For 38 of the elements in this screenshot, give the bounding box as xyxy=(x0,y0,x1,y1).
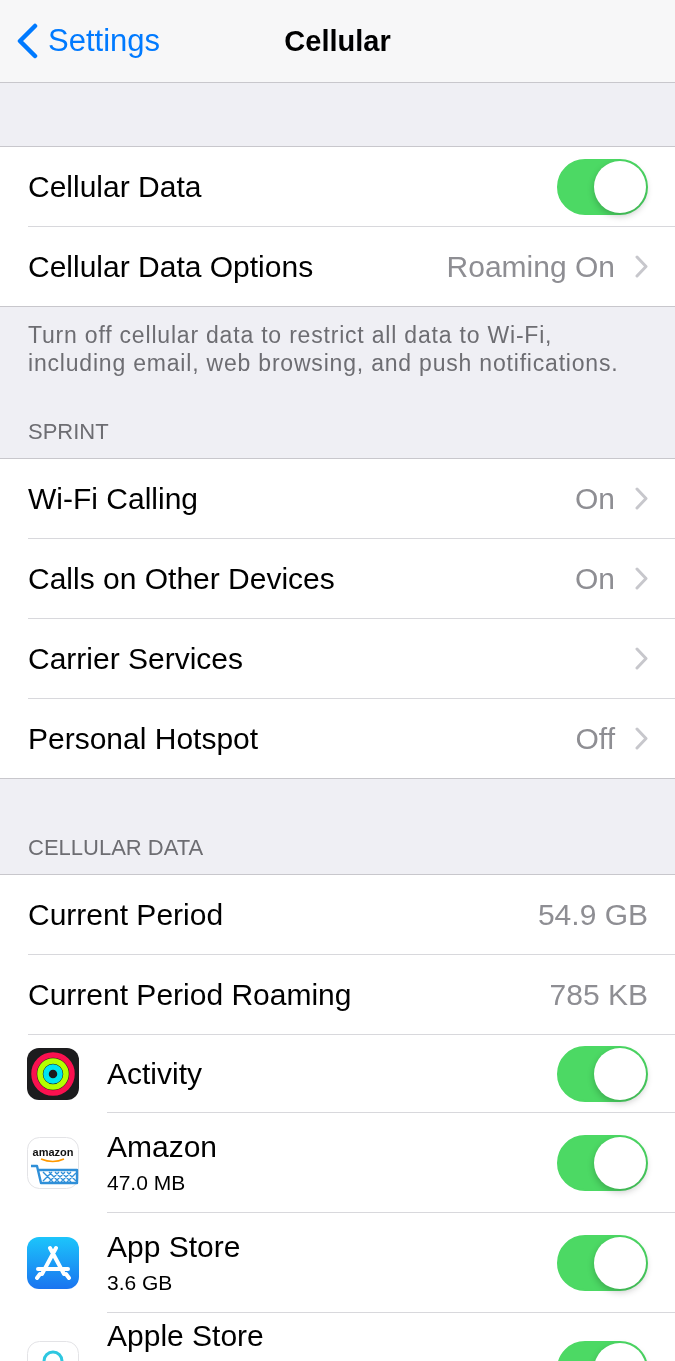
cart-logo-icon: amazon xyxy=(27,1137,79,1189)
chevron-icon xyxy=(635,567,648,590)
app-name: Apple Store xyxy=(107,1319,264,1353)
row-label[interactable]: Cellular Data Options xyxy=(28,248,314,285)
row-value: On xyxy=(574,480,615,517)
row-value: On xyxy=(574,560,615,597)
app-name: Amazon xyxy=(107,1129,218,1164)
toggle-switch[interactable] xyxy=(557,1234,648,1291)
toggle-switch[interactable] xyxy=(557,1045,648,1102)
back-button[interactable]: Settings xyxy=(0,23,160,59)
letter-a-icon xyxy=(27,1237,79,1289)
chevron-icon xyxy=(635,255,648,278)
toggle-switch[interactable] xyxy=(557,1134,648,1191)
data-usage: 47.0 MB xyxy=(107,1169,186,1196)
row-label: Current Period Roaming xyxy=(28,976,352,1013)
chevron-icon xyxy=(635,647,648,670)
row-value: Roaming On xyxy=(446,248,615,285)
row-label[interactable]: Wi-Fi Calling xyxy=(28,480,198,517)
rings-icon xyxy=(27,1048,79,1100)
row-value: Off xyxy=(575,720,615,757)
chevron-icon xyxy=(635,487,648,510)
row-value: 785 KB xyxy=(549,976,648,1013)
row-label: Current Period xyxy=(28,896,224,933)
section-header: CELLULAR DATA xyxy=(27,834,205,862)
row-label[interactable]: Carrier Services xyxy=(28,640,244,677)
data-usage: 3.6 GB xyxy=(107,1269,173,1296)
row-label[interactable]: Calls on Other Devices xyxy=(28,560,335,597)
back-chevron-icon xyxy=(16,23,39,59)
toggle-switch[interactable] xyxy=(557,158,648,215)
row-label[interactable]: Personal Hotspot xyxy=(28,720,259,757)
section-header: SPRINT xyxy=(27,418,110,446)
page-title: Cellular xyxy=(284,24,391,59)
app-name: Activity xyxy=(107,1056,202,1091)
section-footer: Turn off cellular data to restrict all data to Wi-Fi, including email, web browsing, and push notifications. xyxy=(28,321,628,377)
chevron-icon xyxy=(635,727,648,750)
row-value: 54.9 GB xyxy=(537,896,648,933)
row-label: Cellular Data xyxy=(28,168,202,205)
app-name: App Store xyxy=(107,1229,241,1264)
